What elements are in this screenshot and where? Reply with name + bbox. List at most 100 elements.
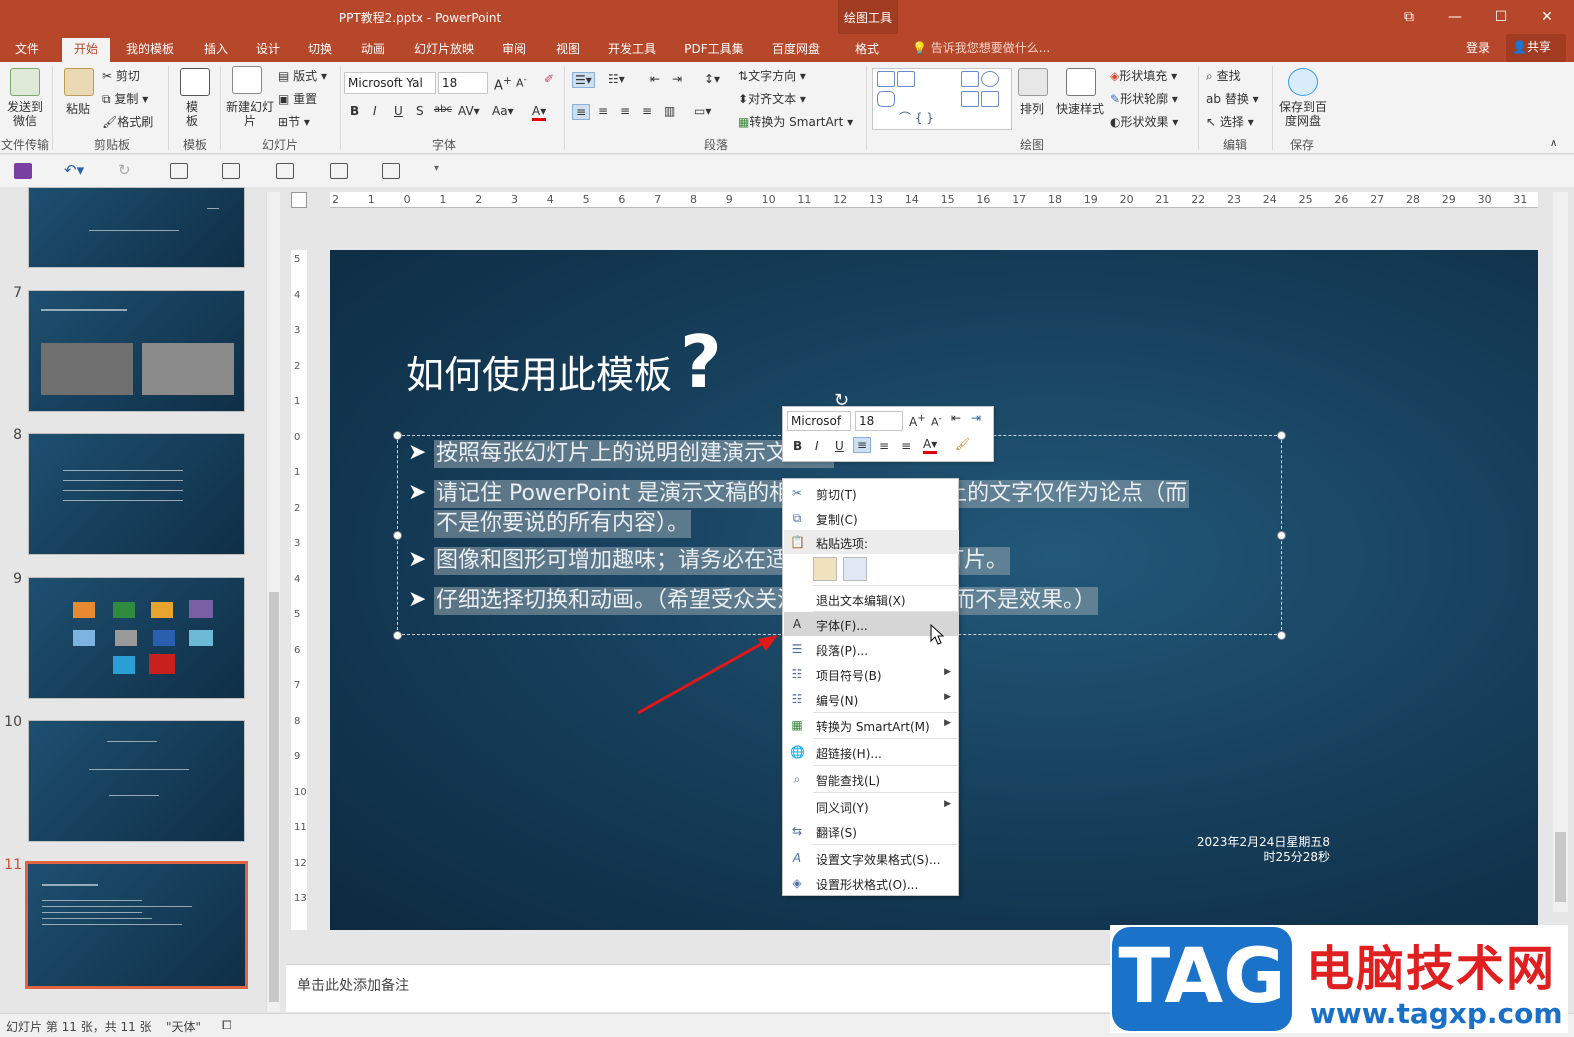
arrow-shape-icon[interactable]	[961, 91, 979, 107]
paste-picture-icon[interactable]	[843, 557, 867, 581]
tab-my-templates[interactable]: 我的模板	[120, 38, 180, 62]
line-spacing-icon[interactable]: ↕▾	[704, 72, 720, 86]
down-arrow-shape-icon[interactable]	[981, 91, 999, 107]
spellcheck-icon[interactable]: ⧠	[222, 1018, 232, 1033]
menu-item-smart-lookup[interactable]: ⌕ 智能查找(L)	[784, 767, 959, 791]
menu-item-copy[interactable]: ⧉ 复制(C)	[784, 506, 959, 530]
menu-item-synonyms[interactable]: 同义词(Y) ▶	[784, 794, 959, 818]
increase-indent-icon[interactable]: ⇥	[672, 72, 682, 86]
redo-icon[interactable]: ↻	[118, 161, 131, 179]
resize-handle[interactable]	[393, 631, 402, 640]
underline-icon[interactable]: U	[394, 104, 403, 118]
bullets-icon[interactable]: ☰▾	[572, 72, 595, 88]
slide-title[interactable]: 如何使用此模板	[406, 344, 672, 399]
shape-effects-button[interactable]: ◐形状效果 ▾	[1110, 113, 1178, 130]
collapse-ribbon-icon[interactable]: ∧	[1550, 138, 1557, 149]
align-right-icon[interactable]: ≡	[901, 439, 911, 453]
tab-view[interactable]: 视图	[548, 38, 588, 62]
justify-icon[interactable]: ≡	[642, 104, 652, 118]
slide-thumbnail[interactable]	[28, 577, 245, 699]
textbox-icon[interactable]	[222, 163, 240, 179]
arrange-button[interactable]: 排列	[1020, 100, 1044, 117]
select-button[interactable]: ↖ 选择 ▾	[1206, 113, 1254, 130]
tab-pdf-tools[interactable]: PDF工具集	[678, 38, 750, 62]
strikethrough-icon[interactable]: abc	[434, 104, 452, 115]
clear-format-icon[interactable]: ✐	[544, 72, 554, 86]
columns-icon[interactable]: ▥	[664, 104, 675, 118]
resize-handle[interactable]	[393, 431, 402, 440]
thumbnail-scrollbar[interactable]	[266, 192, 280, 1012]
editor-scrollbar[interactable]	[1553, 192, 1568, 912]
vertical-textbox-icon[interactable]	[897, 71, 915, 87]
mini-font-size-combo[interactable]: 18	[855, 411, 903, 431]
menu-item-exit-text-edit[interactable]: 退出文本编辑(X)	[784, 587, 959, 611]
decrease-indent-icon[interactable]: ⇤	[650, 72, 660, 86]
menu-item-hyperlink[interactable]: 🌐 超链接(H)...	[784, 740, 959, 764]
scrollbar-thumb[interactable]	[269, 592, 279, 1002]
align-right-icon[interactable]: ≡	[620, 104, 630, 118]
resize-handle[interactable]	[1277, 531, 1286, 540]
align-center-icon[interactable]: ≡	[598, 104, 608, 118]
bullet-text[interactable]: 不是你要说的所有内容）。	[434, 510, 692, 538]
undo-icon[interactable]: ↶▾	[64, 161, 84, 179]
shrink-font-icon[interactable]: A-	[931, 413, 942, 429]
italic-icon[interactable]: I	[373, 104, 377, 118]
save-to-baidu-button[interactable]: 保存到百度网盘	[1276, 100, 1330, 128]
resize-handle[interactable]	[1277, 631, 1286, 640]
new-slide-button[interactable]: 新建幻灯片	[226, 100, 274, 128]
resize-handle[interactable]	[393, 531, 402, 540]
shadow-icon[interactable]: S	[416, 104, 424, 118]
font-color-icon[interactable]: A▾	[923, 437, 938, 454]
cut-button[interactable]: ✂ 剪切	[102, 67, 140, 84]
font-color-icon[interactable]: A▾	[532, 104, 547, 121]
paste-keep-source-icon[interactable]	[813, 557, 837, 581]
align-center-icon[interactable]: ≡	[879, 439, 889, 453]
grow-font-icon[interactable]: A+	[909, 413, 926, 429]
template-button[interactable]: 模板	[186, 100, 200, 128]
mini-font-name-combo[interactable]: Microsof	[787, 411, 851, 431]
underline-icon[interactable]: U	[835, 439, 844, 453]
slide-thumbnail[interactable]	[28, 720, 245, 842]
print-preview-icon[interactable]	[382, 163, 400, 179]
tab-insert[interactable]: 插入	[196, 38, 236, 62]
tab-developer[interactable]: 开发工具	[600, 38, 664, 62]
restore-ribbon-button[interactable]: ⧉	[1386, 4, 1432, 30]
font-name-combo[interactable]: Microsoft Yal	[344, 72, 436, 94]
italic-icon[interactable]: I	[815, 439, 819, 453]
format-painter-button[interactable]: 🖌格式刷	[102, 113, 153, 130]
customize-qat-icon[interactable]: ▾	[434, 163, 439, 174]
rounded-rect-icon[interactable]	[877, 91, 895, 107]
menu-item-shape-format[interactable]: ◈ 设置形状格式(O)...	[784, 871, 959, 895]
bold-icon[interactable]: B	[350, 104, 359, 118]
quick-styles-button[interactable]: 快速样式	[1056, 100, 1104, 117]
tab-transitions[interactable]: 切换	[300, 38, 340, 62]
increase-indent-icon[interactable]: ⇥	[971, 411, 981, 425]
presenter-icon[interactable]	[330, 163, 348, 179]
text-direction-button[interactable]: ⇅文字方向 ▾	[738, 67, 806, 84]
font-size-combo[interactable]: 18	[438, 72, 488, 94]
curve-shapes-icon[interactable]: ⌒ { }	[899, 109, 934, 126]
shrink-font-icon[interactable]: A-	[516, 74, 527, 90]
maximize-button[interactable]: ☐	[1478, 4, 1524, 30]
login-link[interactable]: 登录	[1466, 39, 1490, 56]
tab-home[interactable]: 开始	[62, 38, 110, 62]
shapes-gallery[interactable]: ⌒ { }	[872, 68, 1012, 130]
minimize-button[interactable]: —	[1432, 4, 1478, 30]
slide-thumbnail[interactable]	[28, 187, 245, 268]
slideshow-icon[interactable]	[170, 163, 188, 179]
change-case-icon[interactable]: Aa▾	[492, 104, 514, 118]
close-button[interactable]: ✕	[1524, 4, 1570, 30]
bullet-text[interactable]: 按照每张幻灯片上的说明创建演示文稿。	[434, 440, 835, 468]
tab-review[interactable]: 审阅	[494, 38, 534, 62]
paste-button[interactable]: 粘贴	[66, 100, 90, 117]
shape-fill-button[interactable]: ◈形状填充 ▾	[1110, 67, 1177, 84]
copy-button[interactable]: ⧉ 复制 ▾	[102, 90, 148, 107]
format-painter-icon[interactable]: 🖌	[955, 437, 970, 451]
share-button[interactable]: 👤共享	[1506, 34, 1566, 62]
bullet-text[interactable]: 仔细选择切换和动画。（希望受众关注的是你的内容，而不是效果。）	[434, 587, 1099, 615]
menu-item-cut[interactable]: ✂ 剪切(T)	[784, 481, 959, 505]
menu-item-translate[interactable]: ⇆ 翻译(S)	[784, 819, 959, 843]
tab-format[interactable]: 格式	[846, 38, 888, 62]
bold-icon[interactable]: B	[793, 439, 802, 453]
reset-button[interactable]: ▣ 重置	[278, 90, 317, 107]
